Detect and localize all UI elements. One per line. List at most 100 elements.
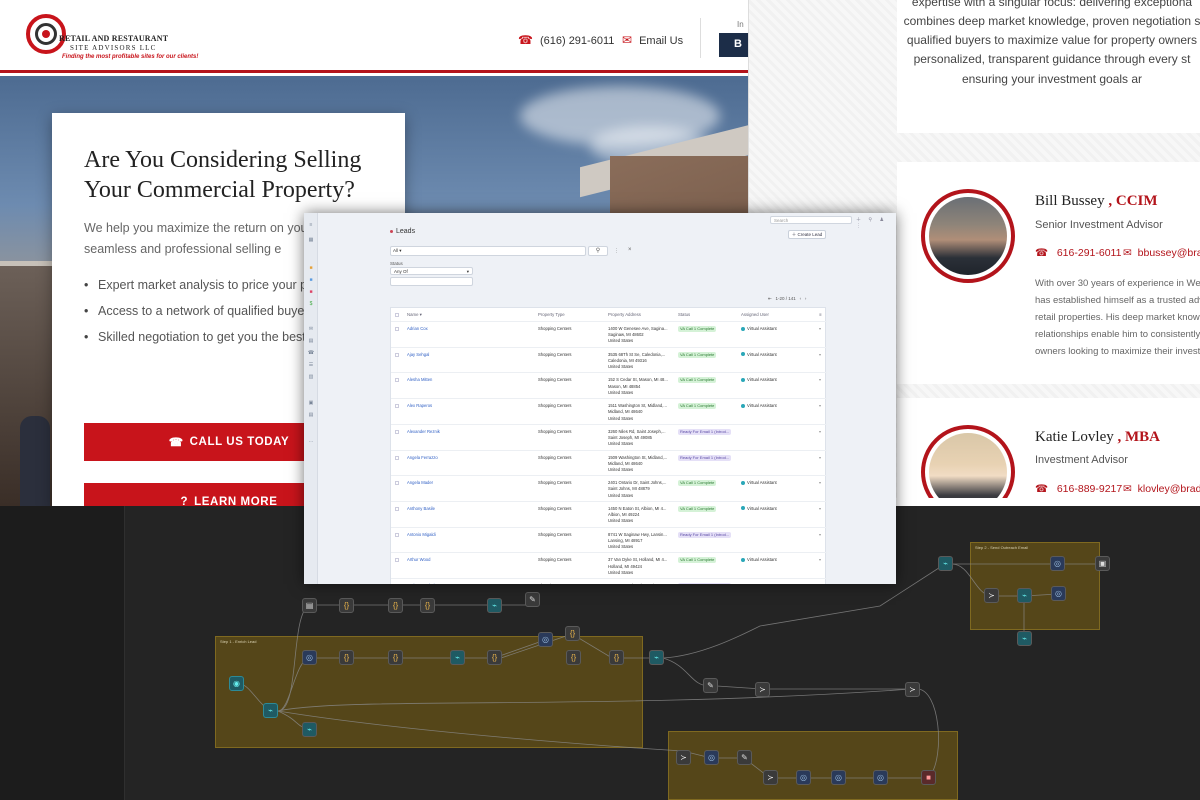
output-node-icon[interactable]: ▣ bbox=[1095, 556, 1110, 571]
code-node-icon[interactable]: {} bbox=[388, 598, 403, 613]
code-node-icon[interactable]: {} bbox=[339, 598, 354, 613]
more-options-icon[interactable]: ⋮ bbox=[614, 248, 619, 254]
column-header-assigned[interactable]: Assigned User bbox=[741, 312, 769, 317]
code-node-icon[interactable]: {} bbox=[420, 598, 435, 613]
search-icon[interactable]: ⚲ bbox=[588, 246, 608, 256]
company-logo[interactable]: RETAIL AND RESTAURANT SITE ADVISORS LLC … bbox=[26, 14, 198, 64]
partner-badge[interactable]: B bbox=[719, 33, 748, 57]
filter-search-input[interactable]: All ▾ bbox=[390, 246, 586, 256]
lead-name-link[interactable]: Anthony Basile bbox=[407, 506, 435, 512]
table-row[interactable]: Angela Ferrazzo Shopping Centers 1509 Wash… bbox=[391, 449, 827, 476]
table-row[interactable]: Alexander Reznik Shopping Centers 3260 Nil… bbox=[391, 423, 827, 450]
lead-name-link[interactable]: Antonio Migaldi bbox=[407, 532, 436, 538]
grid-icon[interactable]: ▦ bbox=[307, 237, 315, 243]
table-row[interactable]: Adrian Cox Shopping Centers 1400 W Genesee… bbox=[391, 321, 827, 347]
report-icon[interactable]: ▤ bbox=[307, 412, 315, 418]
topbar-icons[interactable]: ＋ ⚲ ♟ ⋮ bbox=[856, 216, 896, 229]
http-node-icon[interactable]: ◎ bbox=[873, 770, 888, 785]
more-icon[interactable]: … bbox=[307, 438, 315, 444]
http-node-icon[interactable]: ◎ bbox=[831, 770, 846, 785]
row-checkbox[interactable] bbox=[395, 429, 399, 434]
table-row[interactable]: Barbara Wakeley Shopping Centers 321 S Wav… bbox=[391, 578, 827, 584]
row-actions-icon[interactable]: ▾ bbox=[819, 583, 821, 584]
dollar-icon[interactable]: $ bbox=[307, 301, 315, 307]
create-lead-button[interactable]: ＋ Create Lead bbox=[788, 230, 826, 239]
row-checkbox[interactable] bbox=[395, 481, 399, 486]
table-row[interactable]: Angela Mader Shopping Centers 2401 Ontario… bbox=[391, 475, 827, 501]
column-header-status[interactable]: Status bbox=[678, 312, 690, 317]
member-email-link[interactable]: ✉ bbussey@brad bbox=[1123, 247, 1200, 259]
code-node-icon[interactable]: {} bbox=[388, 650, 403, 665]
table-row[interactable]: Ajay Sehgal Shopping Centers 3535 68Th St … bbox=[391, 346, 827, 373]
close-icon[interactable]: × bbox=[628, 247, 632, 253]
http-node-icon[interactable]: ◎ bbox=[704, 750, 719, 765]
switch-node-icon[interactable]: ≻ bbox=[763, 770, 778, 785]
code-node-icon[interactable]: {} bbox=[566, 650, 581, 665]
code-node-icon[interactable]: {} bbox=[609, 650, 624, 665]
lead-name-link[interactable]: Barbara Wakeley bbox=[407, 583, 439, 584]
column-header-address[interactable]: Property Address bbox=[608, 312, 641, 317]
row-actions-icon[interactable]: ▾ bbox=[819, 557, 821, 562]
webhook-node-icon[interactable]: ⌁ bbox=[1017, 588, 1032, 603]
row-checkbox[interactable] bbox=[395, 378, 399, 383]
code-node-icon[interactable]: {} bbox=[565, 626, 580, 641]
http-node-icon[interactable]: ◎ bbox=[796, 770, 811, 785]
member-phone-link[interactable]: ☎ 616-291-6011 bbox=[1035, 247, 1121, 259]
tasks-icon[interactable]: ☰ bbox=[307, 362, 315, 368]
edit-node-icon[interactable]: ✎ bbox=[737, 750, 752, 765]
row-actions-icon[interactable]: ▾ bbox=[819, 429, 821, 434]
webhook-node-icon[interactable]: ⌁ bbox=[938, 556, 953, 571]
contacts-icon[interactable]: ■ bbox=[307, 277, 315, 283]
leads-icon[interactable]: ■ bbox=[307, 289, 315, 295]
table-row[interactable]: Anthony Basile Shopping Centers 1450 N Eat… bbox=[391, 500, 827, 527]
webhook-node-icon[interactable]: ⌁ bbox=[263, 703, 278, 718]
webhook-node-icon[interactable]: ⌁ bbox=[302, 722, 317, 737]
lead-name-link[interactable]: Alesha Mitten bbox=[407, 377, 432, 383]
select-all-checkbox[interactable] bbox=[395, 313, 399, 317]
row-checkbox[interactable] bbox=[395, 506, 399, 511]
lead-name-link[interactable]: Angela Mader bbox=[407, 480, 433, 486]
pager-prev-icon[interactable]: ‹ bbox=[800, 296, 802, 301]
switch-node-icon[interactable]: ≻ bbox=[676, 750, 691, 765]
row-actions-icon[interactable]: ▾ bbox=[819, 377, 821, 382]
global-search-input[interactable]: Search bbox=[770, 216, 852, 224]
header-email-link[interactable]: ✉ Email Us bbox=[622, 33, 683, 47]
lead-name-link[interactable]: Ajay Sehgal bbox=[407, 352, 429, 358]
code-node-icon[interactable]: {} bbox=[487, 650, 502, 665]
table-row[interactable]: Antonio Migaldi Shopping Centers 8741 W Sa… bbox=[391, 526, 827, 553]
webhook-node-icon[interactable]: ⌁ bbox=[487, 598, 502, 613]
code-node-icon[interactable]: {} bbox=[339, 650, 354, 665]
row-checkbox[interactable] bbox=[395, 455, 399, 460]
http-node-icon[interactable]: ◎ bbox=[538, 632, 553, 647]
briefcase-icon[interactable]: ▣ bbox=[307, 400, 315, 406]
pager-next-icon[interactable]: › bbox=[805, 296, 807, 301]
table-row[interactable]: Alex Raperos Shopping Centers 1511 Washing… bbox=[391, 398, 827, 424]
lead-name-link[interactable]: Adrian Cox bbox=[407, 326, 428, 332]
row-actions-icon[interactable]: ▾ bbox=[819, 455, 821, 460]
status-operator-select[interactable]: Any Of ▾ bbox=[390, 267, 473, 275]
http-node-icon[interactable]: ◎ bbox=[302, 650, 317, 665]
lead-name-link[interactable]: Arthur Wood bbox=[407, 557, 430, 563]
table-row[interactable]: Alesha Mitten Shopping Centers 152 S Cedar… bbox=[391, 372, 827, 398]
edit-node-icon[interactable]: ✎ bbox=[525, 592, 540, 607]
document-icon[interactable]: ▥ bbox=[307, 374, 315, 380]
header-phone-link[interactable]: ☎ (616) 291-6011 bbox=[518, 33, 614, 47]
switch-node-icon[interactable]: ≻ bbox=[905, 682, 920, 697]
row-actions-icon[interactable]: ▾ bbox=[819, 532, 821, 537]
row-actions-icon[interactable]: ▾ bbox=[819, 480, 821, 485]
row-checkbox[interactable] bbox=[395, 558, 399, 563]
row-checkbox[interactable] bbox=[395, 532, 399, 537]
row-checkbox[interactable] bbox=[395, 352, 399, 357]
member-phone-link[interactable]: ☎ 616-889-9217 bbox=[1035, 483, 1122, 495]
pager-first-icon[interactable]: ⇤ bbox=[768, 296, 772, 301]
lead-name-link[interactable]: Alex Raperos bbox=[407, 403, 432, 409]
row-actions-icon[interactable]: ▾ bbox=[819, 506, 821, 511]
column-header-name[interactable]: Name ▾ bbox=[407, 312, 422, 318]
calendar-icon[interactable]: ▤ bbox=[307, 338, 315, 344]
row-actions-icon[interactable]: ▾ bbox=[819, 403, 821, 408]
row-actions-icon[interactable]: ▾ bbox=[819, 352, 821, 357]
lead-name-link[interactable]: Alexander Reznik bbox=[407, 429, 440, 435]
row-actions-icon[interactable]: ▾ bbox=[819, 326, 821, 331]
webhook-node-icon[interactable]: ⌁ bbox=[450, 650, 465, 665]
http-node-icon[interactable]: ◎ bbox=[1050, 556, 1065, 571]
